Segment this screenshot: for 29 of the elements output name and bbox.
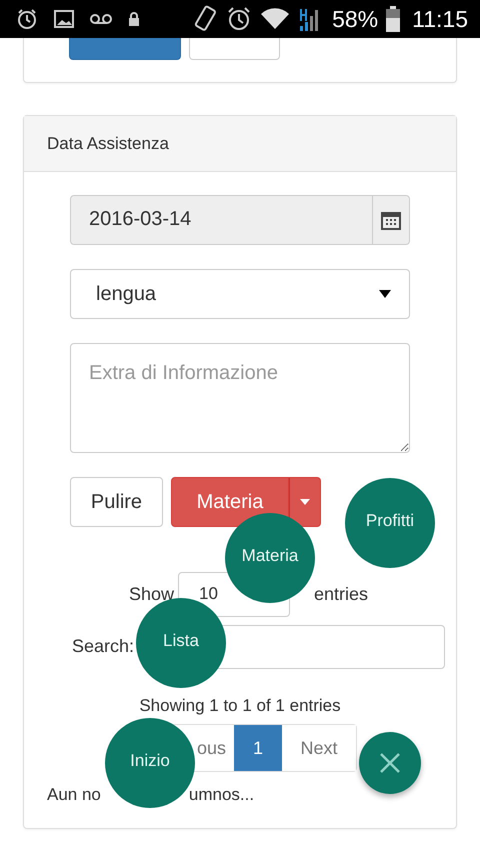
image-icon <box>54 10 74 28</box>
date-field[interactable]: 2016-03-14 <box>70 194 373 244</box>
rotate-phone-icon <box>192 5 218 33</box>
subject-button[interactable]: Materia <box>171 476 289 526</box>
close-button[interactable] <box>359 732 421 794</box>
caret-icon <box>379 290 391 298</box>
alarm-icon <box>16 8 38 30</box>
calendar-button[interactable] <box>373 194 410 244</box>
battery-icon <box>386 6 400 32</box>
notes-field[interactable]: Extra di Informazione <box>70 342 410 452</box>
table-info: Showing 1 to 1 of 1 entries <box>138 694 342 716</box>
alarm-icon <box>226 6 252 32</box>
lock-icon <box>128 12 140 26</box>
caret-icon <box>300 499 310 506</box>
close-icon <box>379 752 401 774</box>
voicemail-icon <box>90 13 112 25</box>
empty-message: Aun no <box>47 784 101 806</box>
subject-select[interactable]: lengua <box>70 268 410 318</box>
panel-header: Data Assistenza <box>24 116 456 172</box>
calendar-icon <box>381 210 401 230</box>
search-label: Search: <box>72 635 134 658</box>
clock: 11:15 <box>412 8 468 30</box>
wifi-icon <box>260 7 290 31</box>
battery-percent: 58% <box>332 8 378 30</box>
clear-button[interactable]: Pulire <box>70 476 163 526</box>
dropdown-toggle[interactable] <box>289 476 321 526</box>
fab-menu[interactable]: Profitti <box>345 478 435 568</box>
page-link[interactable]: 1 <box>234 725 282 771</box>
entries-label: entries <box>314 582 368 606</box>
